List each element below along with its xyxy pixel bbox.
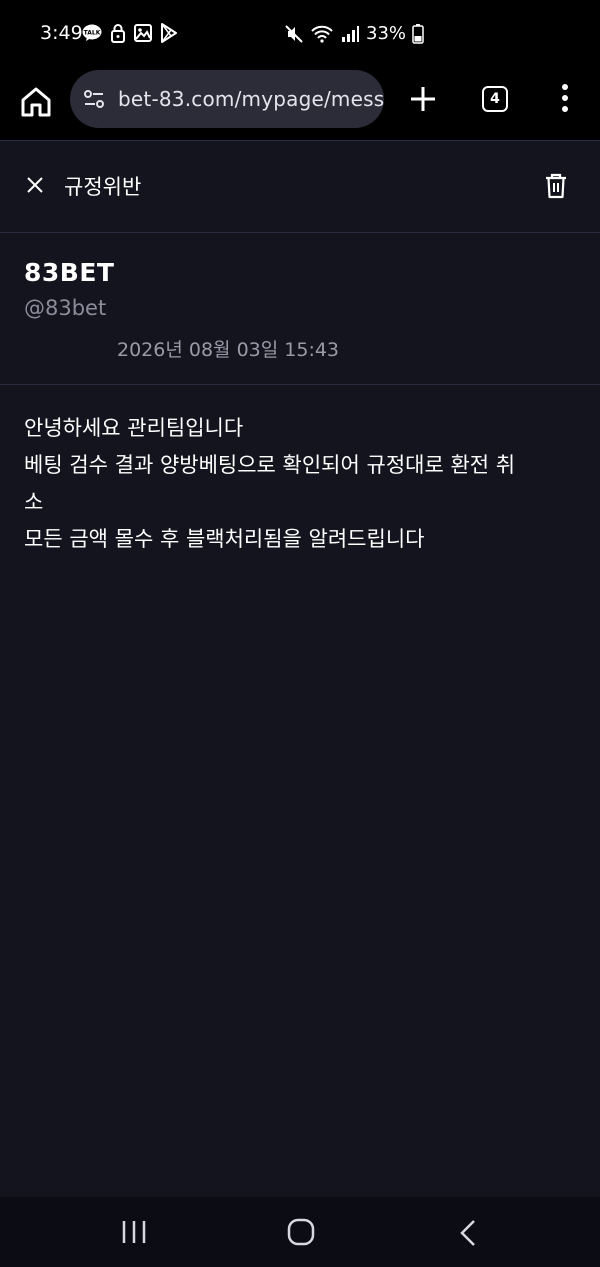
more-vert-icon[interactable]: [556, 82, 574, 114]
signal-icon: [342, 25, 359, 42]
message-line: 소: [24, 490, 44, 514]
svg-text:TALK: TALK: [84, 30, 101, 37]
site-settings-icon[interactable]: [82, 87, 106, 111]
image-icon: [134, 24, 152, 42]
status-bar: 3:49 TALK 33%: [0, 0, 600, 70]
tab-switcher-button[interactable]: 4: [482, 86, 508, 112]
wifi-icon: [311, 25, 333, 43]
sender-name: 83BET: [24, 258, 115, 287]
lock-icon: [111, 24, 125, 43]
message-date: 2026년 08월 03일 15:43: [117, 339, 340, 361]
sender-divider: [0, 384, 600, 385]
nav-home-icon[interactable]: [286, 1217, 316, 1247]
tab-count: 4: [490, 91, 500, 107]
sender-handle: @83bet: [24, 296, 107, 320]
trash-icon[interactable]: [544, 173, 568, 199]
home-icon[interactable]: [18, 84, 54, 120]
url-text[interactable]: bet-83.com/mypage/messa: [118, 87, 384, 111]
address-bar[interactable]: bet-83.com/mypage/messa: [70, 70, 384, 128]
mute-icon: [285, 24, 303, 43]
system-nav-bar: [0, 1197, 600, 1267]
status-icons-left: TALK: [82, 23, 178, 43]
message-header: 규정위반: [0, 141, 600, 232]
status-time: 3:49: [40, 22, 83, 44]
message-line: 베팅 검수 결과 양방베팅으로 확인되어 규정대로 환전 취: [24, 453, 516, 477]
header-divider: [0, 232, 600, 233]
play-store-icon: [161, 23, 177, 43]
new-tab-icon[interactable]: [408, 84, 438, 114]
browser-toolbar: bet-83.com/mypage/messa 4: [0, 70, 600, 140]
message-body: 안녕하세요 관리팀입니다 베팅 검수 결과 양방베팅으로 확인되어 규정대로 환…: [24, 410, 576, 558]
close-icon[interactable]: [24, 174, 46, 196]
status-icons-right: 33%: [284, 23, 424, 44]
message-title: 규정위반: [64, 175, 142, 199]
battery-percent: 33%: [366, 23, 407, 44]
message-line: 모든 금액 몰수 후 블랙처리됨을 알려드립니다: [24, 527, 425, 551]
battery-icon: [412, 23, 424, 44]
kakaotalk-icon: TALK: [82, 24, 102, 41]
back-icon[interactable]: [458, 1219, 478, 1247]
message-line: 안녕하세요 관리팀입니다: [24, 416, 244, 440]
recent-apps-icon[interactable]: [120, 1219, 148, 1245]
